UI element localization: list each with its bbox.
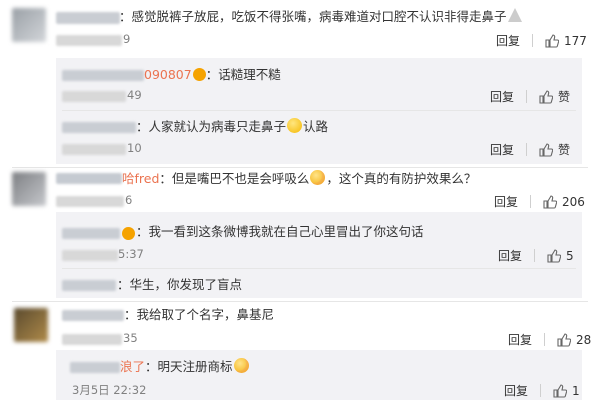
reply-text: 浪了：明天注册商标 xyxy=(120,358,250,376)
username-blurred[interactable] xyxy=(62,228,120,239)
verified-badge-icon xyxy=(122,227,135,240)
username-blurred[interactable] xyxy=(62,280,116,291)
like-button[interactable]: 5 xyxy=(547,249,574,263)
reply-text: ：华生，你发现了盲点 xyxy=(117,277,243,292)
username-blurred[interactable] xyxy=(62,310,124,321)
timestamp-blurred xyxy=(56,35,122,46)
like-button[interactable]: 28 xyxy=(557,333,591,347)
thumbs-up-icon xyxy=(543,194,558,209)
divider xyxy=(544,333,546,346)
reply-username[interactable]: 090807 xyxy=(144,67,192,82)
divider xyxy=(534,249,536,262)
timestamp: 49 xyxy=(127,88,142,102)
smile-emoji-icon xyxy=(287,118,303,133)
reply-button[interactable]: 回复 xyxy=(508,331,532,348)
timestamp: 9 xyxy=(123,32,131,46)
reply-button[interactable]: 回复 xyxy=(496,32,520,49)
like-button[interactable]: 1 xyxy=(553,384,580,398)
comment-actions: 回复 177 xyxy=(496,32,587,49)
username-blurred[interactable] xyxy=(62,70,144,81)
username-blurred[interactable] xyxy=(70,362,120,373)
avatar[interactable] xyxy=(12,172,46,206)
like-count: 177 xyxy=(564,33,587,48)
comment-actions: 回复 28 xyxy=(508,331,591,348)
avatar[interactable] xyxy=(12,8,46,42)
like-count: 206 xyxy=(562,194,585,209)
like-button[interactable]: 赞 xyxy=(539,88,570,105)
divider xyxy=(530,195,532,208)
like-count: 1 xyxy=(572,383,580,398)
username[interactable]: 哈fred xyxy=(122,171,159,186)
divider xyxy=(62,110,576,111)
reply-text: ：我一看到这条微博我就在自己心里冒出了你这句话 xyxy=(136,224,424,239)
reply-username[interactable]: 浪了 xyxy=(120,359,145,374)
divider xyxy=(532,34,534,47)
like-count: 28 xyxy=(576,332,592,347)
timestamp: 6 xyxy=(125,193,133,207)
nose-emoji-icon xyxy=(507,8,522,22)
like-label: 赞 xyxy=(558,143,571,157)
reply-button[interactable]: 回复 xyxy=(494,193,518,210)
timestamp: 35 xyxy=(123,331,138,345)
reply-text: 090807 ：话糙理不糙 xyxy=(144,67,281,82)
reply-button[interactable]: 回复 xyxy=(490,141,514,158)
avatar[interactable] xyxy=(14,308,48,342)
thumbs-up-icon xyxy=(553,383,568,398)
divider xyxy=(62,268,576,269)
like-button[interactable]: 赞 xyxy=(539,141,570,158)
comment-text: ：感觉脱裤子放屁，吃饭不得张嘴，病毒难道对口腔不认识非得走鼻子 xyxy=(119,8,523,26)
like-button[interactable]: 177 xyxy=(545,34,587,48)
reply-actions: 回复 赞 xyxy=(490,141,570,158)
timestamp: 3月5日 22:32 xyxy=(72,383,147,397)
reply-button[interactable]: 回复 xyxy=(490,88,514,105)
timestamp: 10 xyxy=(127,141,142,155)
timestamp-blurred xyxy=(62,250,118,261)
divider xyxy=(526,90,528,103)
divider xyxy=(540,384,542,397)
reply-button[interactable]: 回复 xyxy=(498,247,522,264)
comment-text: 哈fred：但是嘴巴不也是会呼吸么 ，这个真的有防护效果么？ xyxy=(56,170,476,188)
username-blurred[interactable] xyxy=(56,173,122,184)
thumbs-up-icon xyxy=(539,142,554,157)
timestamp-blurred xyxy=(56,196,124,207)
username-blurred[interactable] xyxy=(62,122,136,133)
thumbs-up-icon xyxy=(547,248,562,263)
username-blurred[interactable] xyxy=(56,12,120,24)
like-label: 赞 xyxy=(558,90,571,104)
verified-badge-icon xyxy=(192,68,206,81)
comment-divider xyxy=(12,167,588,168)
reply-actions: 回复 1 xyxy=(504,382,580,399)
reply-actions: 回复 5 xyxy=(498,247,574,264)
reply-text: ：人家就认为病毒只走鼻子 认路 xyxy=(136,118,329,134)
timestamp: 5:37 xyxy=(118,247,144,261)
comment-text: ：我给取了个名字，鼻基尼 xyxy=(124,307,275,322)
comment-actions: 回复 206 xyxy=(494,193,585,210)
shy-emoji-icon xyxy=(310,170,326,185)
thumbs-up-icon xyxy=(557,332,572,347)
timestamp-blurred xyxy=(62,334,122,345)
thumbs-up-icon xyxy=(545,33,560,48)
timestamp-blurred xyxy=(62,91,126,102)
thumbs-up-icon xyxy=(539,89,554,104)
like-button[interactable]: 206 xyxy=(543,195,585,209)
reply-button[interactable]: 回复 xyxy=(504,382,528,399)
comment-divider xyxy=(12,301,588,302)
like-count: 5 xyxy=(566,248,574,263)
reply-actions: 回复 赞 xyxy=(490,88,570,105)
timestamp-blurred xyxy=(62,144,126,155)
divider xyxy=(526,143,528,156)
laughing-emoji-icon xyxy=(233,358,249,373)
